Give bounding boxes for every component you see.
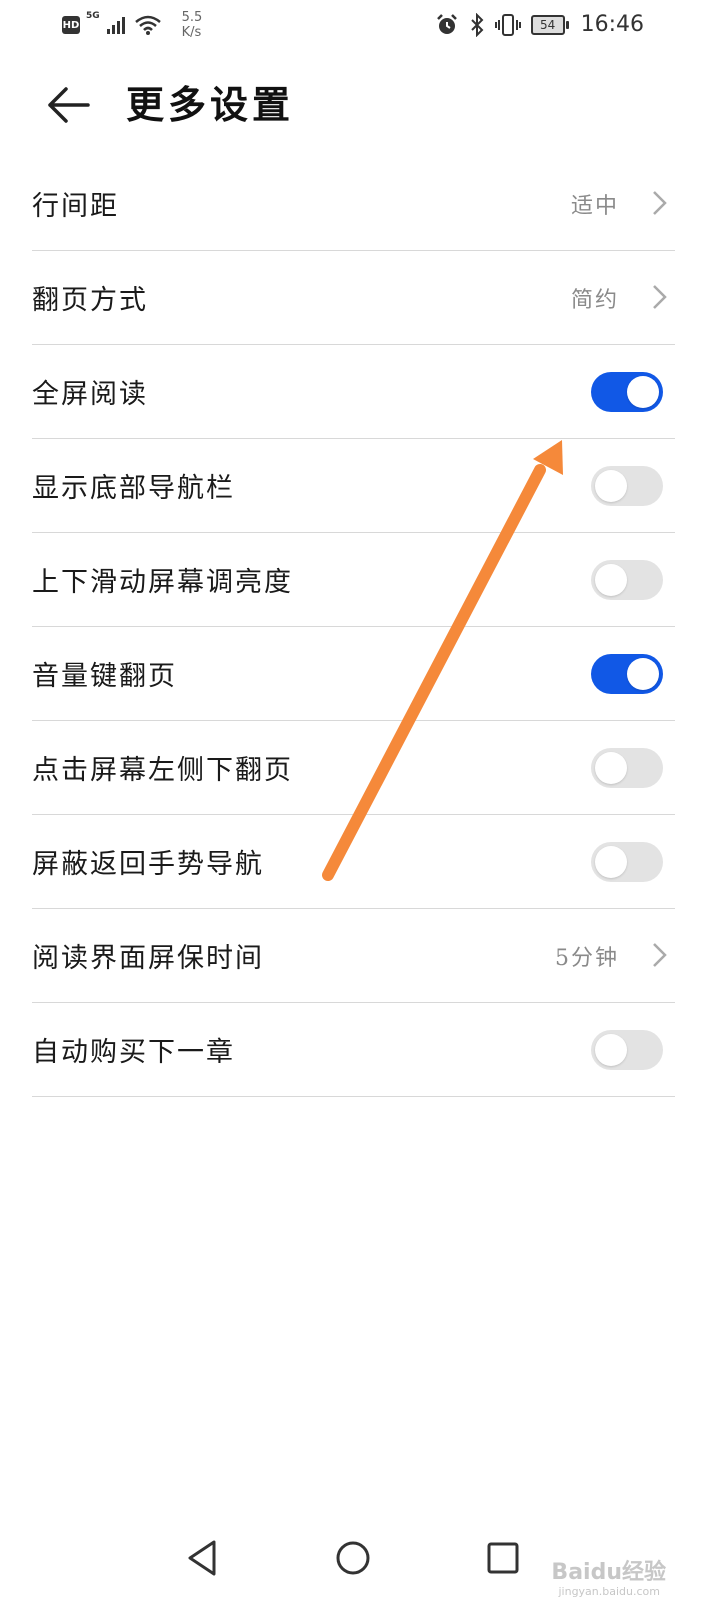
triangle-back-icon (188, 1540, 216, 1576)
setting-label: 点击屏幕左侧下翻页 (32, 755, 293, 786)
settings-list: 行间距 适中 翻页方式 简约 全屏阅读 显示底部导航栏 上下滑动屏幕调亮度 音量… (32, 157, 675, 1097)
show-bottom-nav-toggle[interactable] (591, 465, 663, 506)
setting-label: 自动购买下一章 (32, 1037, 235, 1068)
setting-auto-buy-next-chapter: 自动购买下一章 (32, 1003, 675, 1097)
toggle-knob (595, 751, 627, 784)
nav-recents-button[interactable] (478, 1533, 528, 1583)
battery-icon: 54 (530, 14, 569, 35)
status-bar: HD 5G 5.5 K/s 54 16:46 (0, 0, 720, 50)
setting-swipe-brightness: 上下滑动屏幕调亮度 (32, 533, 675, 627)
toggle-knob (627, 375, 659, 408)
circle-home-icon (336, 1541, 370, 1575)
setting-label: 屏蔽返回手势导航 (32, 849, 264, 880)
watermark-url: jingyan.baidu.com (558, 1585, 660, 1598)
volume-key-page-turn-toggle[interactable] (591, 653, 663, 694)
setting-show-bottom-nav: 显示底部导航栏 (32, 439, 675, 533)
toggle-knob (595, 563, 627, 596)
network-type: 5G (86, 11, 100, 21)
setting-value: 简约 (570, 287, 619, 313)
network-speed: 5.5 K/s (182, 10, 203, 40)
setting-page-turn-mode[interactable]: 翻页方式 简约 (32, 251, 675, 345)
bluetooth-icon (470, 12, 484, 37)
setting-label: 显示底部导航栏 (32, 473, 235, 504)
chevron-right-icon (653, 285, 667, 309)
nav-home-button[interactable] (328, 1533, 378, 1583)
block-back-gesture-toggle[interactable] (591, 841, 663, 882)
status-time: 16:46 (580, 12, 644, 37)
navigation-bar: Baidu经验 jingyan.baidu.com (0, 1525, 720, 1600)
setting-value: 5分钟 (555, 945, 619, 971)
setting-label: 行间距 (32, 191, 119, 222)
setting-volume-key-page-turn: 音量键翻页 (32, 627, 675, 721)
setting-block-back-gesture: 屏蔽返回手势导航 (32, 815, 675, 909)
setting-label: 全屏阅读 (32, 379, 148, 410)
app-bar: 更多设置 (0, 70, 720, 140)
setting-label: 上下滑动屏幕调亮度 (32, 567, 293, 598)
signal-icon (106, 17, 125, 34)
tap-left-next-page-toggle[interactable] (591, 747, 663, 788)
toggle-knob (595, 469, 627, 502)
page-title: 更多设置 (126, 82, 295, 127)
fullscreen-reading-toggle[interactable] (591, 371, 663, 412)
toggle-knob (595, 1033, 627, 1066)
back-arrow-icon (48, 87, 90, 123)
speed-unit: K/s (181, 25, 202, 40)
watermark: Baidu经验 (551, 1560, 666, 1585)
square-recents-icon (487, 1542, 519, 1574)
setting-screensaver-time[interactable]: 阅读界面屏保时间 5分钟 (32, 909, 675, 1003)
setting-fullscreen-reading: 全屏阅读 (32, 345, 675, 439)
setting-label: 翻页方式 (32, 285, 148, 316)
setting-tap-left-next-page: 点击屏幕左侧下翻页 (32, 721, 675, 815)
hd-badge: HD (62, 16, 80, 34)
toggle-knob (627, 657, 659, 690)
nav-back-button[interactable] (178, 1533, 228, 1583)
setting-label: 阅读界面屏保时间 (32, 943, 264, 974)
setting-line-spacing[interactable]: 行间距 适中 (32, 157, 675, 251)
back-button[interactable] (44, 80, 94, 130)
swipe-brightness-toggle[interactable] (591, 559, 663, 600)
alarm-icon (436, 13, 457, 34)
wifi-icon (134, 15, 161, 35)
chevron-right-icon (653, 943, 667, 967)
setting-label: 音量键翻页 (32, 661, 177, 692)
toggle-knob (595, 845, 627, 878)
vibrate-icon (494, 13, 521, 36)
status-right: 54 16:46 (435, 12, 644, 37)
chevron-right-icon (653, 191, 667, 215)
speed-value: 5.5 (181, 10, 203, 25)
auto-buy-toggle[interactable] (591, 1029, 663, 1070)
status-left: HD 5G 5.5 K/s (62, 10, 202, 40)
setting-value: 适中 (570, 193, 619, 219)
battery-level: 54 (539, 17, 556, 32)
